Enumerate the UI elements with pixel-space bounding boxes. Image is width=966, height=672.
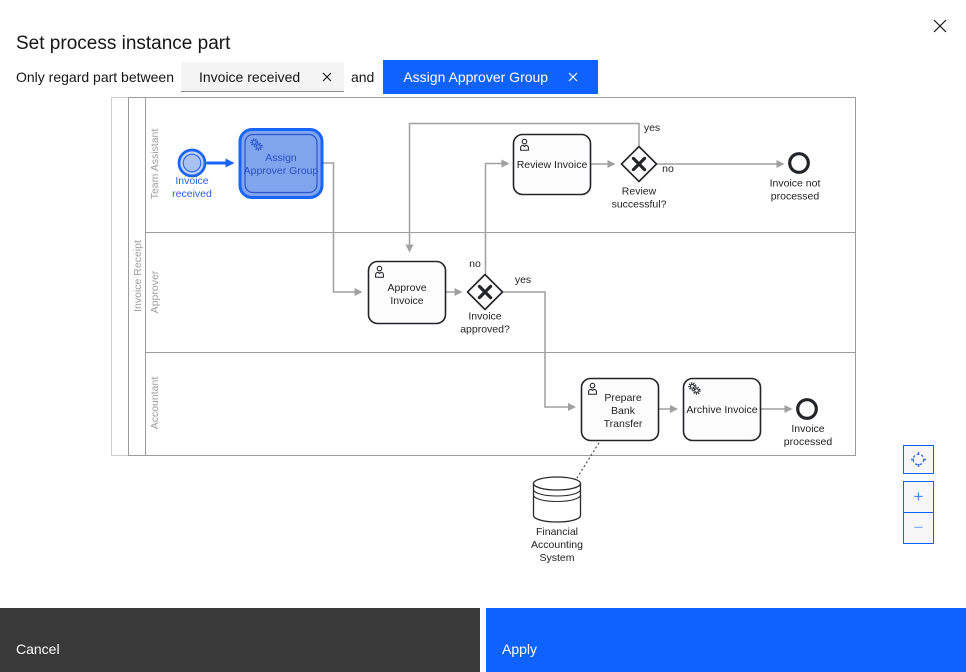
plus-icon: + <box>914 487 924 507</box>
svg-text:Bank: Bank <box>611 405 636 417</box>
node-task-approve-invoice[interactable]: Approve Invoice <box>369 262 446 324</box>
filter-prefix-label: Only regard part between <box>16 69 174 85</box>
svg-text:Transfer: Transfer <box>604 418 643 430</box>
node-datastore-financial-accounting-system[interactable]: Financial Accounting System <box>531 477 583 564</box>
svg-text:System: System <box>539 552 574 564</box>
svg-text:Approve: Approve <box>387 282 426 294</box>
zoom-button-group: + − <box>903 481 934 544</box>
cancel-button[interactable]: Cancel <box>0 608 480 672</box>
svg-text:processed: processed <box>771 191 820 203</box>
start-node-tag[interactable]: Invoice received <box>181 62 344 92</box>
apply-button[interactable]: Apply <box>486 608 966 672</box>
edge-label-approve-no: no <box>469 258 481 270</box>
node-task-review-invoice[interactable]: Review Invoice <box>514 135 591 195</box>
edge-label-review-no: no <box>662 163 674 175</box>
remove-end-node-button[interactable] <box>568 72 578 82</box>
close-icon <box>933 19 947 33</box>
svg-text:successful?: successful? <box>612 199 667 211</box>
svg-text:processed: processed <box>784 436 833 448</box>
remove-start-node-button[interactable] <box>322 72 332 82</box>
svg-text:Invoice: Invoice <box>175 175 208 187</box>
svg-text:Review: Review <box>622 186 657 198</box>
reset-zoom-button[interactable] <box>903 445 934 474</box>
svg-text:received: received <box>172 188 212 200</box>
modal-footer: Cancel Apply <box>0 608 966 672</box>
svg-text:Accounting: Accounting <box>531 539 583 551</box>
start-node-tag-label: Invoice received <box>199 69 300 85</box>
page-title: Set process instance part <box>16 32 230 56</box>
svg-text:Invoice: Invoice <box>791 423 824 435</box>
filter-row: Only regard part between Invoice receive… <box>16 59 598 95</box>
svg-text:Prepare: Prepare <box>604 392 642 404</box>
close-button[interactable] <box>930 16 950 36</box>
svg-text:approved?: approved? <box>460 324 510 336</box>
edge-label-review-yes: yes <box>644 122 660 134</box>
lane-label-accountant: Accountant <box>149 377 161 430</box>
node-task-archive-invoice[interactable]: Archive Invoice <box>684 379 761 441</box>
end-node-tag-label: Assign Approver Group <box>403 69 548 85</box>
zoom-out-button[interactable]: − <box>904 513 933 543</box>
close-icon <box>322 72 332 82</box>
svg-text:Approver Group: Approver Group <box>244 165 319 177</box>
pool-label: Invoice Receipt <box>132 240 144 312</box>
lane-label-team-assistant: Team Assistant <box>149 129 161 200</box>
svg-text:Financial: Financial <box>536 526 578 538</box>
filter-connector-label: and <box>351 69 374 85</box>
edge-label-approve-yes: yes <box>515 274 531 286</box>
zoom-in-button[interactable]: + <box>904 482 933 513</box>
svg-text:Assign: Assign <box>265 152 297 164</box>
svg-text:Invoice not: Invoice not <box>770 178 821 190</box>
svg-text:Review Invoice: Review Invoice <box>517 159 588 171</box>
svg-text:Archive Invoice: Archive Invoice <box>686 404 757 416</box>
minus-icon: − <box>914 518 924 538</box>
svg-text:Invoice: Invoice <box>468 311 501 323</box>
end-node-tag[interactable]: Assign Approver Group <box>383 60 598 94</box>
bpmn-diagram-canvas[interactable]: Invoice Receipt Team Assistant Approver … <box>111 97 856 565</box>
crosshair-icon <box>910 451 927 468</box>
close-icon <box>568 72 578 82</box>
svg-text:Invoice: Invoice <box>390 295 423 307</box>
node-task-prepare-bank-transfer[interactable]: Prepare Bank Transfer <box>582 379 659 441</box>
lane-label-approver: Approver <box>149 270 161 313</box>
